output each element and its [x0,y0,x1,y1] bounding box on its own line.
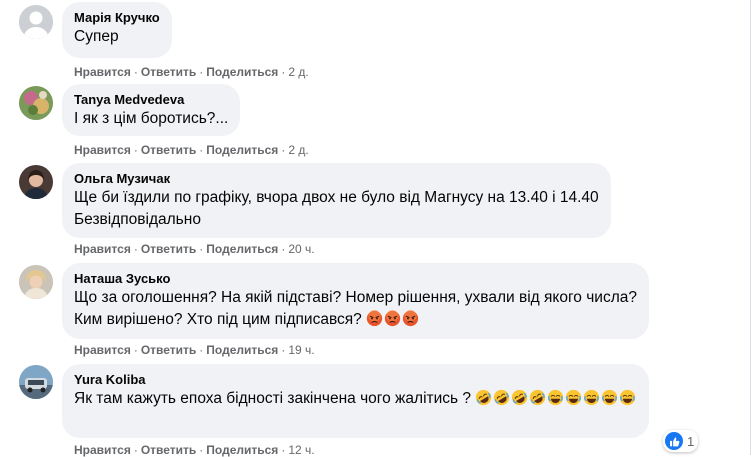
comment-text-wrap: Як там кажуть епоха бідності закінчена ч… [74,388,637,410]
separator: · [281,143,286,157]
separator: · [199,65,204,79]
separator: · [133,343,138,357]
comment-actions: Нравится · Ответить · Поделиться · 19 ч. [74,343,315,357]
emoji-row [366,310,420,328]
photo-avatar-icon [19,86,53,120]
separator: · [199,143,204,157]
separator: · [281,65,286,79]
avatar[interactable] [19,165,53,199]
emoji-row [475,389,637,407]
separator: · [199,343,204,357]
avatar[interactable] [19,365,53,399]
timestamp[interactable]: 2 д. [288,143,308,157]
comment-bubble: Марія Кручко Супер [62,2,172,58]
angry-face-icon [402,310,419,327]
comment-text: Що за оголошення? На якій підставі? Номе… [74,289,637,328]
rolling-laughing-icon [511,389,528,406]
reaction-summary[interactable]: 1 [663,430,699,452]
comment-author[interactable]: Tanya Medvedeva [74,92,228,108]
separator: · [133,242,138,256]
comment-text-wrap: Що за оголошення? На якій підставі? Номе… [74,287,637,331]
like-link[interactable]: Нравится [74,65,131,79]
timestamp[interactable]: 2 д. [288,65,308,79]
like-link[interactable]: Нравится [74,143,131,157]
like-link[interactable]: Нравится [74,242,131,256]
comment-author[interactable]: Yura Koliba [74,372,637,388]
separator: · [281,343,286,357]
comment-text: Супер [74,28,119,45]
comment-bubble: Yura Koliba Як там кажуть епоха бідності… [62,364,650,438]
timestamp[interactable]: 19 ч. [288,343,314,357]
separator: · [133,143,138,157]
tears-of-joy-icon [619,389,636,406]
comment-bubble: Наташа Зусько Що за оголошення? На якій … [62,263,649,339]
timestamp[interactable]: 20 ч. [288,242,314,256]
tears-of-joy-icon [601,389,618,406]
share-link[interactable]: Поделиться [206,242,278,256]
share-link[interactable]: Поделиться [206,343,278,357]
share-link[interactable]: Поделиться [206,143,278,157]
comment-actions: Нравится · Ответить · Поделиться · 2 д. [74,143,309,157]
like-icon [665,432,683,450]
comment-actions: Нравится · Ответить · Поделиться · 20 ч. [74,242,315,256]
rolling-laughing-icon [493,389,510,406]
comment-text: Як там кажуть епоха бідності закінчена ч… [74,390,472,407]
comment-author[interactable]: Наташа Зусько [74,271,637,287]
comment-actions: Нравится · Ответить · Поделиться · 2 д. [74,65,309,79]
reply-link[interactable]: Ответить [141,65,196,79]
share-link[interactable]: Поделиться [206,65,278,79]
comment-text: Ще би їздили по графіку, вчора двох не б… [74,189,599,228]
reply-link[interactable]: Ответить [141,242,196,256]
separator: · [199,242,204,256]
separator: · [281,242,286,256]
reply-link[interactable]: Ответить [141,343,196,357]
tears-of-joy-icon [547,389,564,406]
avatar[interactable] [19,86,53,120]
rolling-laughing-icon [475,389,492,406]
separator: · [133,65,138,79]
angry-face-icon [384,310,401,327]
like-link[interactable]: Нравится [74,343,131,357]
reaction-count: 1 [687,433,695,449]
default-avatar-icon [19,5,53,39]
avatar[interactable] [19,5,53,39]
photo-avatar-icon [19,265,53,299]
photo-avatar-icon [19,165,53,199]
tears-of-joy-icon [565,389,582,406]
comment-author[interactable]: Ольга Музичак [74,171,599,187]
comment-text: І як з цім боротись?... [74,110,229,127]
comment-author[interactable]: Марія Кручко [74,10,160,26]
comment-bubble: Tanya Medvedeva І як з цім боротись?... [62,84,241,136]
reply-link[interactable]: Ответить [141,143,196,157]
comment-bubble: Ольга Музичак Ще би їздили по графіку, в… [62,163,611,238]
photo-avatar-icon [19,365,53,399]
tears-of-joy-icon [583,389,600,406]
angry-face-icon [366,310,383,327]
avatar[interactable] [19,265,53,299]
rolling-laughing-icon [529,389,546,406]
